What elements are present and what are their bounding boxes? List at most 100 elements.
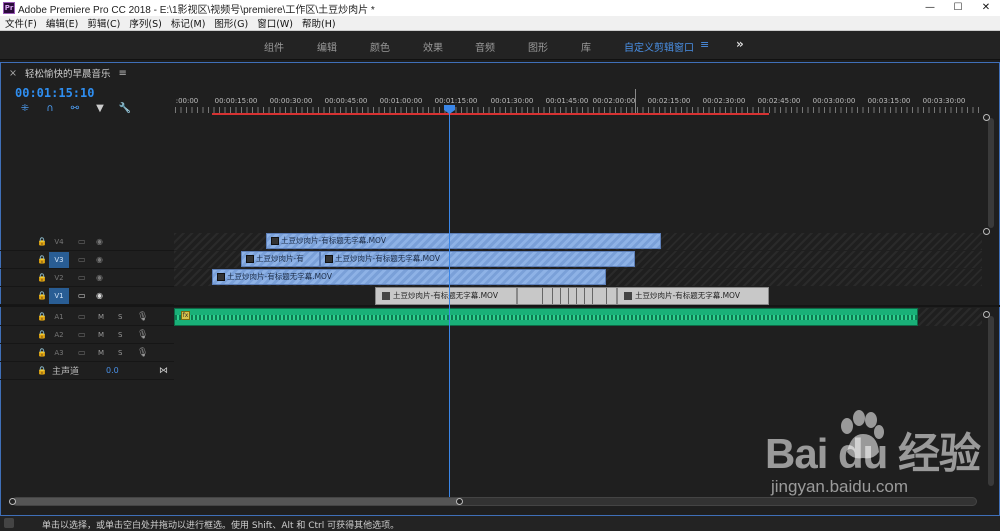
linked-selection-icon[interactable]: ⚯: [67, 103, 83, 115]
work-area-bar[interactable]: [212, 113, 769, 115]
track-target-a3[interactable]: A3: [49, 345, 69, 361]
menu-clip[interactable]: 剪辑(C): [87, 16, 120, 30]
ruler-label: 00:00:15:00: [214, 97, 258, 105]
microphone-icon[interactable]: 🎙: [137, 348, 148, 358]
workspace-tab-assembly[interactable]: 组件: [264, 39, 284, 54]
lock-icon[interactable]: 🔒: [37, 330, 47, 339]
workspace-menu-icon[interactable]: ≡: [700, 38, 709, 51]
zoom-handle-right[interactable]: [456, 498, 463, 505]
lock-icon[interactable]: 🔒: [37, 312, 47, 321]
solo-button[interactable]: S: [118, 349, 122, 357]
track-target-a1[interactable]: A1: [49, 309, 69, 325]
scroll-handle-top[interactable]: [983, 114, 990, 121]
ruler-marker-line: [635, 89, 636, 114]
minimize-button[interactable]: —: [916, 0, 944, 16]
workspace-overflow-icon[interactable]: »: [736, 37, 744, 51]
horizontal-scroll-thumb[interactable]: [13, 498, 461, 505]
timeline-settings-wrench-icon[interactable]: 🔧: [117, 103, 133, 115]
video-clip-v1-slivers[interactable]: [517, 287, 617, 305]
video-vertical-scrollbar[interactable]: [988, 118, 994, 228]
track-header-v1[interactable]: 🔒 V1 ▭ ◉: [0, 287, 174, 305]
sync-lock-icon[interactable]: ▭: [78, 237, 86, 246]
menu-file[interactable]: 文件(F): [5, 16, 37, 30]
sync-lock-icon[interactable]: ▭: [78, 348, 86, 357]
track-header-a1[interactable]: 🔒 A1 ▭ M S 🎙: [0, 308, 174, 326]
solo-button[interactable]: S: [118, 313, 122, 321]
track-header-a3[interactable]: 🔒 A3 ▭ M S 🎙: [0, 344, 174, 362]
scroll-handle-bottom[interactable]: [983, 228, 990, 235]
workspace-tab-editing[interactable]: 编辑: [317, 39, 337, 54]
video-clip-v1-b[interactable]: 土豆炒肉片-有标题无字幕.MOV: [617, 287, 769, 305]
lock-icon[interactable]: 🔒: [37, 348, 47, 357]
sync-lock-icon[interactable]: ▭: [78, 273, 86, 282]
eye-icon[interactable]: ◉: [96, 237, 103, 246]
panel-menu-icon[interactable]: ≡: [118, 68, 126, 79]
track-header-v3[interactable]: 🔒 V3 ▭ ◉: [0, 251, 174, 269]
snap-magnet-icon[interactable]: ∩: [42, 103, 58, 115]
microphone-icon[interactable]: 🎙: [137, 312, 148, 322]
solo-button[interactable]: S: [118, 331, 122, 339]
close-button[interactable]: ✕: [972, 0, 1000, 16]
sync-lock-icon[interactable]: ▭: [78, 330, 86, 339]
lock-icon[interactable]: 🔒: [37, 255, 47, 264]
menu-graphics[interactable]: 图形(G): [214, 16, 248, 30]
workspace-tab-libraries[interactable]: 库: [581, 39, 591, 54]
track-header-master[interactable]: 🔒 主声道 0.0 ⋈: [0, 362, 174, 380]
playhead-line[interactable]: [449, 113, 450, 503]
menu-edit[interactable]: 编辑(E): [46, 16, 78, 30]
timeline-horizontal-scrollbar[interactable]: [12, 497, 977, 506]
maximize-button[interactable]: ☐: [944, 0, 972, 16]
time-ruler[interactable]: :00:00 00:00:15:00 00:00:30:00 00:00:45:…: [175, 89, 981, 113]
nest-sequence-icon[interactable]: ⁜: [17, 103, 33, 115]
lock-icon[interactable]: 🔒: [37, 291, 47, 300]
track-header-a2[interactable]: 🔒 A2 ▭ M S 🎙: [0, 326, 174, 344]
mute-button[interactable]: M: [98, 349, 104, 357]
track-target-v2[interactable]: V2: [49, 270, 69, 286]
eye-icon[interactable]: ◉: [96, 255, 103, 264]
menu-help[interactable]: 帮助(H): [302, 16, 336, 30]
menu-marker[interactable]: 标记(M): [171, 16, 206, 30]
workspace-tab-color[interactable]: 颜色: [370, 39, 390, 54]
video-clip-v3-b[interactable]: 土豆炒肉片-有标题无字幕.MOV: [320, 251, 635, 267]
track-target-v4[interactable]: V4: [49, 234, 69, 250]
workspace-tab-graphics[interactable]: 图形: [528, 39, 548, 54]
track-target-v1[interactable]: V1: [49, 287, 69, 304]
menu-sequence[interactable]: 序列(S): [129, 16, 161, 30]
sync-lock-icon[interactable]: ▭: [78, 312, 86, 321]
lock-icon[interactable]: 🔒: [37, 273, 47, 282]
sync-lock-icon[interactable]: ▭: [78, 291, 86, 300]
audio-scroll-handle-top[interactable]: [983, 311, 990, 318]
fx-badge-icon: [624, 292, 632, 300]
timeline-tab[interactable]: × 轻松愉快的早晨音乐 ≡: [9, 66, 127, 81]
clip-name: 土豆炒肉片-有标题无字幕.MOV: [335, 254, 440, 263]
microphone-icon[interactable]: 🎙: [137, 330, 148, 340]
window-title: Adobe Premiere Pro CC 2018 - E:\1影视区\视频号…: [18, 4, 375, 16]
close-tab-icon[interactable]: ×: [9, 68, 17, 79]
playhead-timecode[interactable]: 00:01:15:10: [15, 86, 94, 100]
audio-vertical-scrollbar[interactable]: [988, 316, 994, 486]
video-clip-v3-a[interactable]: 土豆炒肉片-有: [241, 251, 320, 267]
workspace-tab-effects[interactable]: 效果: [423, 39, 443, 54]
track-target-v3[interactable]: V3: [49, 251, 69, 268]
video-clip-v1-a[interactable]: 土豆炒肉片-有标题无字幕.MOV: [375, 287, 517, 305]
track-header-v2[interactable]: 🔒 V2 ▭ ◉: [0, 269, 174, 287]
mute-button[interactable]: M: [98, 313, 104, 321]
zoom-handle-left[interactable]: [9, 498, 16, 505]
add-marker-icon[interactable]: ▼: [92, 103, 108, 115]
audio-clip-a1[interactable]: fx: [174, 308, 918, 326]
sync-lock-icon[interactable]: ▭: [78, 255, 86, 264]
track-target-a2[interactable]: A2: [49, 327, 69, 343]
workspace-tab-custom[interactable]: 自定义剪辑窗口: [624, 39, 694, 54]
mute-button[interactable]: M: [98, 331, 104, 339]
master-volume-value[interactable]: 0.0: [106, 366, 119, 375]
eye-icon[interactable]: ◉: [96, 291, 103, 300]
menu-window[interactable]: 窗口(W): [257, 16, 293, 30]
workspace-tab-audio[interactable]: 音频: [475, 39, 495, 54]
video-clip-v4[interactable]: 土豆炒肉片-有标题无字幕.MOV: [266, 233, 661, 249]
eye-icon[interactable]: ◉: [96, 273, 103, 282]
video-clip-v2[interactable]: 土豆炒肉片-有标题无字幕.MOV: [212, 269, 606, 285]
go-to-edit-point-icon[interactable]: ⋈: [159, 366, 168, 376]
lock-icon[interactable]: 🔒: [37, 366, 47, 375]
track-header-v4[interactable]: 🔒 V4 ▭ ◉: [0, 233, 174, 251]
lock-icon[interactable]: 🔒: [37, 237, 47, 246]
